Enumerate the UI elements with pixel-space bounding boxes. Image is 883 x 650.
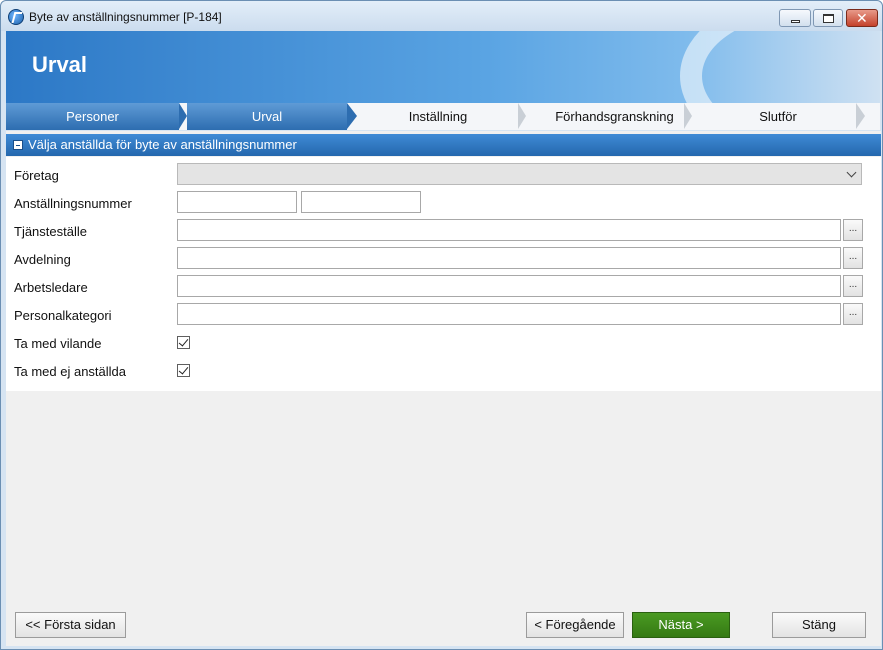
- step-arrow: [856, 103, 865, 129]
- wizard-step-slutfor[interactable]: Slutför: [693, 103, 863, 130]
- workplace-input[interactable]: [177, 219, 841, 241]
- section-header[interactable]: Välja anställda för byte av anställnings…: [6, 134, 881, 156]
- supervisor-browse-button[interactable]: ...: [843, 275, 863, 297]
- step-arrow: [347, 103, 357, 129]
- staff-category-input[interactable]: [177, 303, 841, 325]
- include-non-employed-label: Ta med ej anställda: [14, 364, 127, 379]
- company-label: Företag: [14, 168, 59, 183]
- minimize-icon: [791, 20, 800, 23]
- workplace-label: Tjänsteställe: [14, 224, 87, 239]
- wizard-step-personer[interactable]: Personer: [6, 103, 179, 130]
- section-title: Välja anställda för byte av anställnings…: [28, 137, 297, 152]
- staff-category-browse-button[interactable]: ...: [843, 303, 863, 325]
- close-window-button[interactable]: ✕: [846, 9, 878, 27]
- step-arrow: [518, 103, 526, 129]
- title-bar[interactable]: Byte av anställningsnummer [P-184] ✕: [1, 1, 882, 31]
- main-content: Välja anställda för byte av anställnings…: [6, 131, 881, 611]
- first-page-button[interactable]: << Första sidan: [15, 612, 126, 638]
- employee-number-from-input[interactable]: [177, 191, 297, 213]
- button-bar: << Första sidan < Föregående Nästa > Stä…: [6, 601, 881, 646]
- include-inactive-label: Ta med vilande: [14, 336, 102, 351]
- wizard-step-urval[interactable]: Urval: [187, 103, 347, 130]
- department-input[interactable]: [177, 247, 841, 269]
- department-label: Avdelning: [14, 252, 71, 267]
- app-logo-icon: [8, 9, 24, 25]
- employee-number-label: Anställningsnummer: [14, 196, 132, 211]
- wizard-step-installning[interactable]: Inställning: [358, 103, 518, 130]
- wizard-step-label: Inställning: [408, 109, 468, 124]
- page-banner: Urval: [6, 31, 880, 103]
- supervisor-input[interactable]: [177, 275, 841, 297]
- chevron-down-icon: [846, 167, 857, 178]
- collapse-icon[interactable]: [13, 140, 23, 150]
- window-title: Byte av anställningsnummer [P-184]: [29, 10, 222, 24]
- step-arrow: [684, 103, 692, 129]
- supervisor-label: Arbetsledare: [14, 280, 88, 295]
- close-icon: ✕: [856, 10, 868, 26]
- step-arrow: [179, 103, 187, 129]
- company-select[interactable]: [177, 163, 862, 185]
- staff-category-label: Personalkategori: [14, 308, 112, 323]
- include-non-employed-checkbox[interactable]: [177, 364, 190, 377]
- wizard-step-label: Urval: [251, 109, 283, 124]
- wizard-steps: Personer Urval Inställning Förhandsgrans…: [6, 103, 880, 130]
- workplace-browse-button[interactable]: ...: [843, 219, 863, 241]
- previous-button[interactable]: < Föregående: [526, 612, 624, 638]
- maximize-icon: [823, 14, 834, 23]
- wizard-step-label: Personer: [66, 109, 119, 124]
- dialog-window: Byte av anställningsnummer [P-184] ✕ Urv…: [0, 0, 883, 650]
- employee-number-to-input[interactable]: [301, 191, 421, 213]
- include-inactive-checkbox[interactable]: [177, 336, 190, 349]
- banner-decoration: [680, 31, 880, 103]
- minimize-button[interactable]: [779, 9, 811, 27]
- maximize-button[interactable]: [813, 9, 843, 27]
- page-title: Urval: [32, 52, 88, 77]
- next-button[interactable]: Nästa >: [632, 612, 730, 638]
- close-button[interactable]: Stäng: [772, 612, 866, 638]
- wizard-step-label: Förhandsgranskning: [555, 109, 674, 124]
- department-browse-button[interactable]: ...: [843, 247, 863, 269]
- wizard-step-label: Slutför: [759, 109, 797, 124]
- selection-form: Företag Anställningsnummer Tjänsteställe…: [6, 157, 881, 391]
- wizard-step-forhandsgranskning[interactable]: Förhandsgranskning: [527, 103, 702, 130]
